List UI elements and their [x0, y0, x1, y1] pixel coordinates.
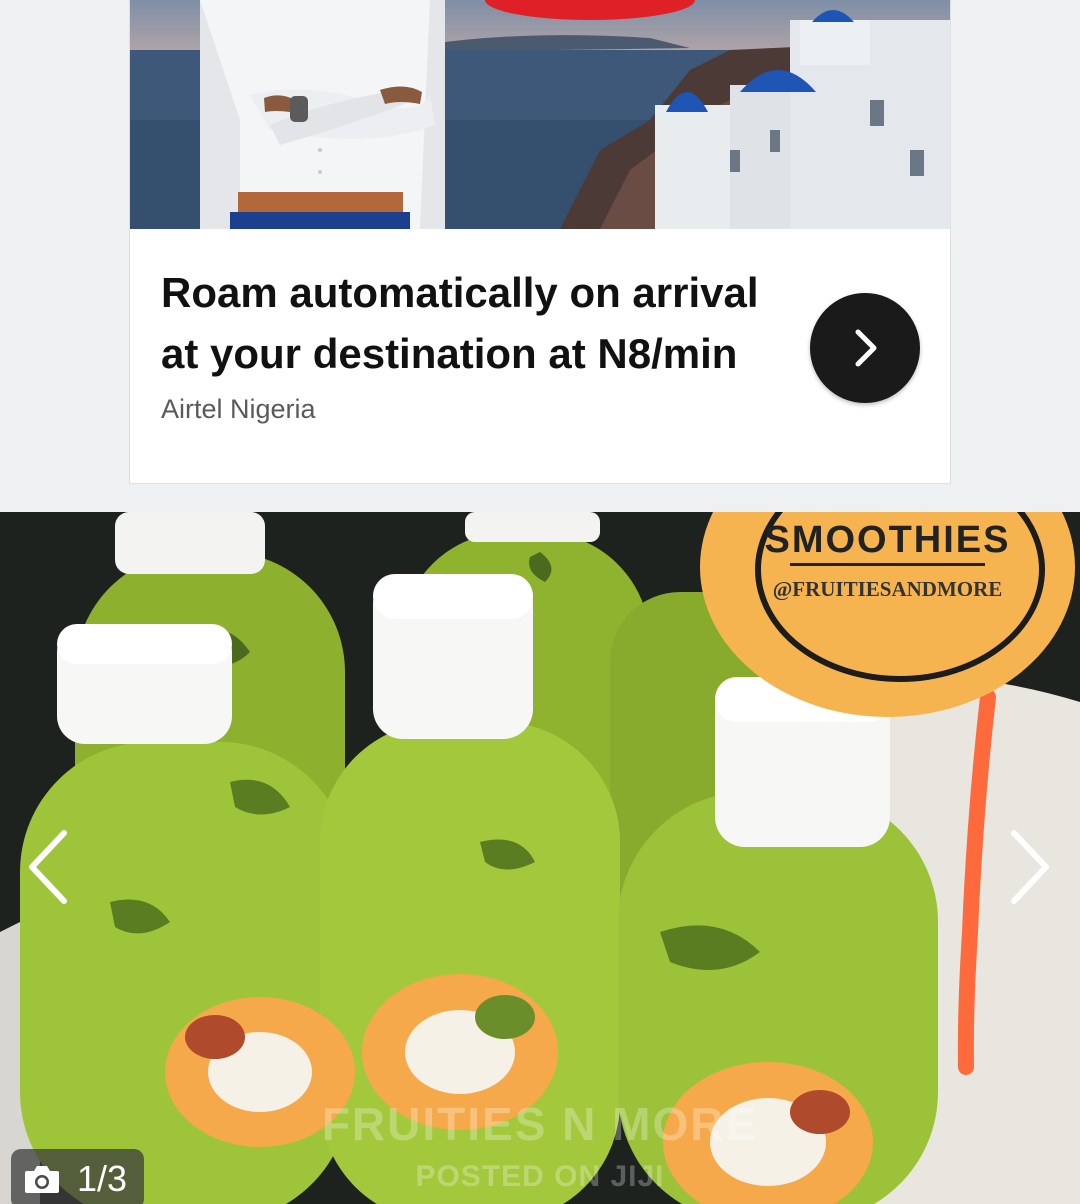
watermark: FRUITIES N MORE: [321, 1098, 759, 1150]
next-image-button[interactable]: [1000, 822, 1060, 912]
ad-headline[interactable]: Roam automatically on arrival at your de…: [161, 262, 781, 384]
previous-image-button[interactable]: [18, 822, 78, 912]
camera-icon: [25, 1166, 59, 1193]
sponsored-ad-card[interactable]: Roam automatically on arrival at your de…: [130, 0, 950, 483]
image-counter: 1/3: [11, 1149, 144, 1204]
watermark-subtitle: POSTED ON JIJI: [415, 1160, 665, 1193]
chevron-right-icon: [855, 329, 877, 367]
chevron-left-icon: [29, 830, 67, 904]
brand-title: SMOOTHIES: [764, 519, 1011, 561]
ad-photo-illustration: [130, 0, 950, 229]
image-counter-label: 1/3: [77, 1158, 128, 1199]
ad-open-button[interactable]: [810, 293, 920, 403]
ad-sponsor-name: Airtel Nigeria: [161, 394, 316, 424]
chevron-right-icon: [1011, 830, 1049, 904]
brand-handle: @FRUITIESANDMORE: [772, 577, 1003, 601]
brand-divider: [790, 563, 985, 566]
listing-image-gallery[interactable]: SMOOTHIES @FRUITIESANDMORE FRUITIES N MO…: [0, 512, 1080, 1204]
ad-image[interactable]: [130, 0, 950, 229]
